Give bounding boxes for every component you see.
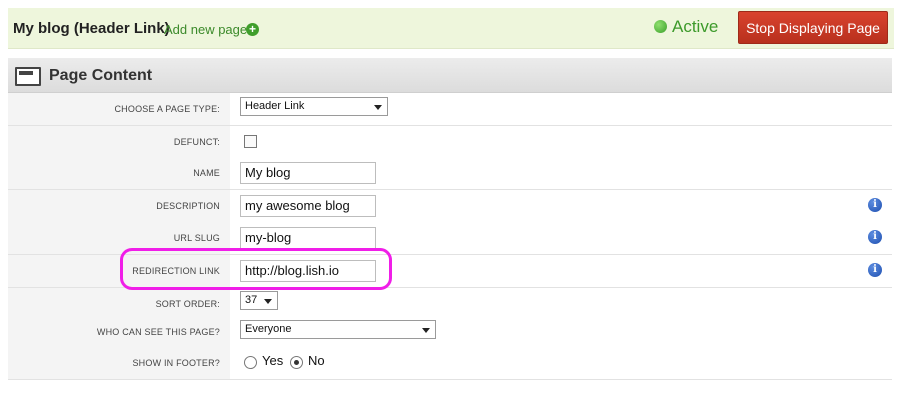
section-header: Page Content	[8, 58, 892, 93]
status-dot-icon	[654, 20, 667, 33]
form-row-defunct: DEFUNCT:	[8, 126, 892, 159]
info-icon[interactable]: i	[868, 230, 882, 244]
section-title: Page Content	[49, 67, 153, 84]
description-label: DESCRIPTION	[156, 201, 220, 211]
no-radio-label[interactable]: No	[308, 353, 325, 368]
name-label: NAME	[193, 168, 220, 178]
show-in-footer-label: SHOW IN FOOTER?	[132, 358, 220, 368]
url-slug-label: URL SLUG	[173, 233, 220, 243]
form-row-show-in-footer: SHOW IN FOOTER? Yes No	[8, 347, 892, 380]
show-in-footer-yes-radio[interactable]	[244, 356, 257, 369]
redirection-link-label: REDIRECTION LINK	[132, 266, 220, 276]
info-icon[interactable]: i	[868, 263, 882, 277]
sort-order-label: SORT ORDER:	[155, 299, 220, 309]
status-label: Active	[672, 17, 719, 36]
name-input[interactable]: My blog	[240, 162, 376, 184]
window-icon	[15, 67, 41, 86]
stop-displaying-page-button[interactable]: Stop Displaying Page	[738, 11, 888, 44]
add-new-page-link[interactable]: Add new page	[164, 22, 247, 37]
info-icon[interactable]: i	[868, 198, 882, 212]
description-input[interactable]: my awesome blog	[240, 195, 376, 217]
defunct-label: DEFUNCT:	[173, 137, 220, 147]
plus-circle-icon[interactable]: +	[246, 23, 259, 36]
redirection-link-input[interactable]: http://blog.lish.io	[240, 260, 376, 282]
page-type-label: CHOOSE A PAGE TYPE:	[114, 104, 220, 114]
sort-order-select[interactable]: 37	[240, 291, 278, 310]
defunct-checkbox[interactable]	[244, 135, 257, 148]
chevron-down-icon	[422, 328, 430, 333]
form-row-description: DESCRIPTION my awesome blog i	[8, 190, 892, 223]
page-header-bar: My blog (Header Link) Add new page + Act…	[8, 8, 894, 49]
page-title: My blog (Header Link)	[13, 20, 170, 37]
form-row-page-type: CHOOSE A PAGE TYPE: Header Link	[8, 93, 892, 126]
visibility-select[interactable]: Everyone	[240, 320, 436, 339]
form-row-name: NAME My blog	[8, 157, 892, 190]
form-row-visibility: WHO CAN SEE THIS PAGE? Everyone	[8, 316, 892, 349]
show-in-footer-no-radio[interactable]	[290, 356, 303, 369]
yes-radio-label[interactable]: Yes	[262, 353, 283, 368]
form-row-redirection-link: REDIRECTION LINK http://blog.lish.io i	[8, 255, 892, 288]
form-row-url-slug: URL SLUG my-blog i	[8, 222, 892, 255]
page-type-select[interactable]: Header Link	[240, 97, 388, 116]
url-slug-input[interactable]: my-blog	[240, 227, 376, 249]
chevron-down-icon	[264, 299, 272, 304]
chevron-down-icon	[374, 105, 382, 110]
visibility-label: WHO CAN SEE THIS PAGE?	[96, 327, 220, 337]
